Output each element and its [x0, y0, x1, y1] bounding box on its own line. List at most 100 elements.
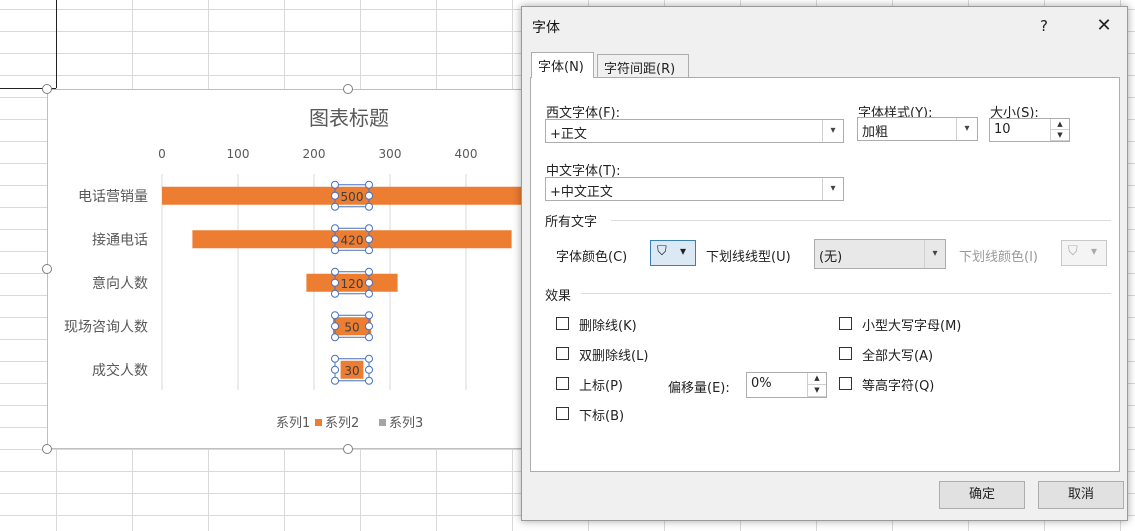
- data-label-handle[interactable]: [331, 289, 339, 298]
- chevron-down-icon[interactable]: ▾: [956, 118, 977, 140]
- data-label[interactable]: 500: [341, 190, 364, 204]
- small-caps-label[interactable]: 小型大写字母(M): [862, 315, 961, 334]
- tab-character-spacing[interactable]: 字符间距(R): [597, 54, 689, 77]
- offset-spinner[interactable]: 0% ▲ ▼: [746, 372, 827, 398]
- chart-resize-handle[interactable]: [42, 444, 52, 454]
- data-label-handle[interactable]: [365, 246, 373, 255]
- help-button[interactable]: ?: [1033, 15, 1055, 37]
- data-label-handle[interactable]: [365, 354, 373, 363]
- selected-cell-border: [56, 0, 57, 88]
- cancel-button[interactable]: 取消: [1038, 481, 1124, 509]
- data-label-handle[interactable]: [365, 267, 373, 276]
- spin-up-icon[interactable]: ▲: [1051, 119, 1069, 130]
- data-label-handle[interactable]: [365, 376, 373, 385]
- data-label[interactable]: 420: [341, 233, 364, 247]
- data-label[interactable]: 50: [344, 320, 359, 334]
- chevron-down-icon[interactable]: ▾: [822, 120, 843, 142]
- underline-color-button: ⛉ ▾: [1061, 240, 1107, 266]
- strikethrough-label[interactable]: 删除线(K): [579, 315, 637, 334]
- chevron-down-icon[interactable]: ▾: [924, 240, 945, 268]
- data-label-handle[interactable]: [365, 278, 373, 287]
- legend-entry[interactable]: 系列3: [389, 416, 423, 431]
- subscript-label[interactable]: 下标(B): [579, 405, 624, 424]
- offset-value[interactable]: 0%: [751, 376, 772, 391]
- spin-down-icon[interactable]: ▼: [808, 385, 826, 397]
- data-label-handle[interactable]: [365, 322, 373, 331]
- chart-resize-handle[interactable]: [343, 444, 353, 454]
- data-label-handle[interactable]: [331, 224, 339, 233]
- data-label-handle[interactable]: [331, 376, 339, 385]
- chart-resize-handle[interactable]: [42, 84, 52, 94]
- chevron-down-icon[interactable]: ▾: [822, 178, 843, 200]
- data-label-handle[interactable]: [331, 278, 339, 287]
- double-strikethrough-checkbox[interactable]: [556, 347, 569, 360]
- asian-font-value: +中文正文: [550, 185, 613, 200]
- spin-up-icon[interactable]: ▲: [808, 373, 826, 385]
- legend-entry[interactable]: 系列1: [276, 416, 310, 431]
- data-label-handle[interactable]: [331, 180, 339, 189]
- asian-font-select[interactable]: +中文正文 ▾: [545, 177, 844, 201]
- latin-font-value: +正文: [550, 127, 587, 142]
- paint-bucket-icon: ⛉: [657, 244, 667, 259]
- font-dialog: 字体 ? ✕ 字体(N) 字符间距(R) 西文字体(F): +正文 ▾ 字体样式…: [521, 6, 1128, 521]
- data-label-handle[interactable]: [365, 180, 373, 189]
- offset-spin-buttons[interactable]: ▲ ▼: [807, 373, 826, 397]
- data-label-handle[interactable]: [331, 246, 339, 255]
- data-label-handle[interactable]: [331, 267, 339, 276]
- x-tick-label: 400: [455, 147, 478, 161]
- data-label-handle[interactable]: [331, 311, 339, 320]
- data-label[interactable]: 30: [344, 364, 359, 378]
- font-style-value: 加粗: [862, 125, 889, 140]
- data-label-handle[interactable]: [331, 322, 339, 331]
- y-category-label: 意向人数: [92, 275, 148, 292]
- double-strikethrough-label[interactable]: 双删除线(L): [579, 345, 648, 364]
- small-caps-checkbox[interactable]: [839, 317, 852, 330]
- all-caps-label[interactable]: 全部大写(A): [862, 345, 933, 364]
- font-style-select[interactable]: 加粗 ▾: [857, 117, 978, 141]
- data-label-handle[interactable]: [331, 235, 339, 244]
- separator: [581, 293, 1111, 294]
- size-spin-buttons[interactable]: ▲ ▼: [1050, 119, 1069, 141]
- chart-resize-handle[interactable]: [343, 84, 353, 94]
- data-label-handle[interactable]: [365, 235, 373, 244]
- data-label-handle[interactable]: [365, 224, 373, 233]
- data-label-handle[interactable]: [365, 311, 373, 320]
- all-caps-checkbox[interactable]: [839, 347, 852, 360]
- spin-down-icon[interactable]: ▼: [1051, 130, 1069, 141]
- close-button[interactable]: ✕: [1092, 15, 1116, 37]
- legend-swatch: [315, 419, 322, 426]
- data-label-handle[interactable]: [331, 365, 339, 374]
- data-label-handle[interactable]: [365, 365, 373, 374]
- superscript-checkbox[interactable]: [556, 377, 569, 390]
- superscript-label[interactable]: 上标(P): [579, 375, 623, 394]
- data-label-handle[interactable]: [365, 289, 373, 298]
- equal-height-checkbox[interactable]: [839, 377, 852, 390]
- legend-entry[interactable]: 系列2: [325, 416, 359, 431]
- data-label-handle[interactable]: [331, 354, 339, 363]
- ok-button[interactable]: 确定: [939, 481, 1025, 509]
- dialog-title: 字体: [532, 20, 560, 36]
- y-category-label: 成交人数: [92, 362, 148, 379]
- equal-height-label[interactable]: 等高字符(Q): [862, 375, 934, 394]
- y-category-label: 电话营销量: [78, 189, 148, 205]
- tab-font[interactable]: 字体(N): [531, 52, 594, 78]
- strikethrough-checkbox[interactable]: [556, 317, 569, 330]
- font-color-button[interactable]: ⛉ ▾: [650, 240, 696, 266]
- data-label[interactable]: 120: [341, 277, 364, 291]
- data-label-handle[interactable]: [365, 333, 373, 342]
- underline-type-select[interactable]: (无) ▾: [814, 239, 946, 269]
- data-label-handle[interactable]: [365, 191, 373, 200]
- data-label-handle[interactable]: [331, 333, 339, 342]
- chart-title[interactable]: 图表标题: [309, 106, 389, 130]
- size-value[interactable]: 10: [994, 122, 1011, 137]
- data-label-handle[interactable]: [331, 191, 339, 200]
- x-tick-label: 0: [158, 147, 166, 161]
- data-label-handle[interactable]: [331, 202, 339, 211]
- size-spinner[interactable]: 10 ▲ ▼: [989, 118, 1070, 142]
- latin-font-select[interactable]: +正文 ▾: [545, 119, 844, 143]
- subscript-checkbox[interactable]: [556, 407, 569, 420]
- separator: [611, 220, 1111, 221]
- x-tick-label: 200: [303, 147, 326, 161]
- chart-resize-handle[interactable]: [42, 264, 52, 274]
- data-label-handle[interactable]: [365, 202, 373, 211]
